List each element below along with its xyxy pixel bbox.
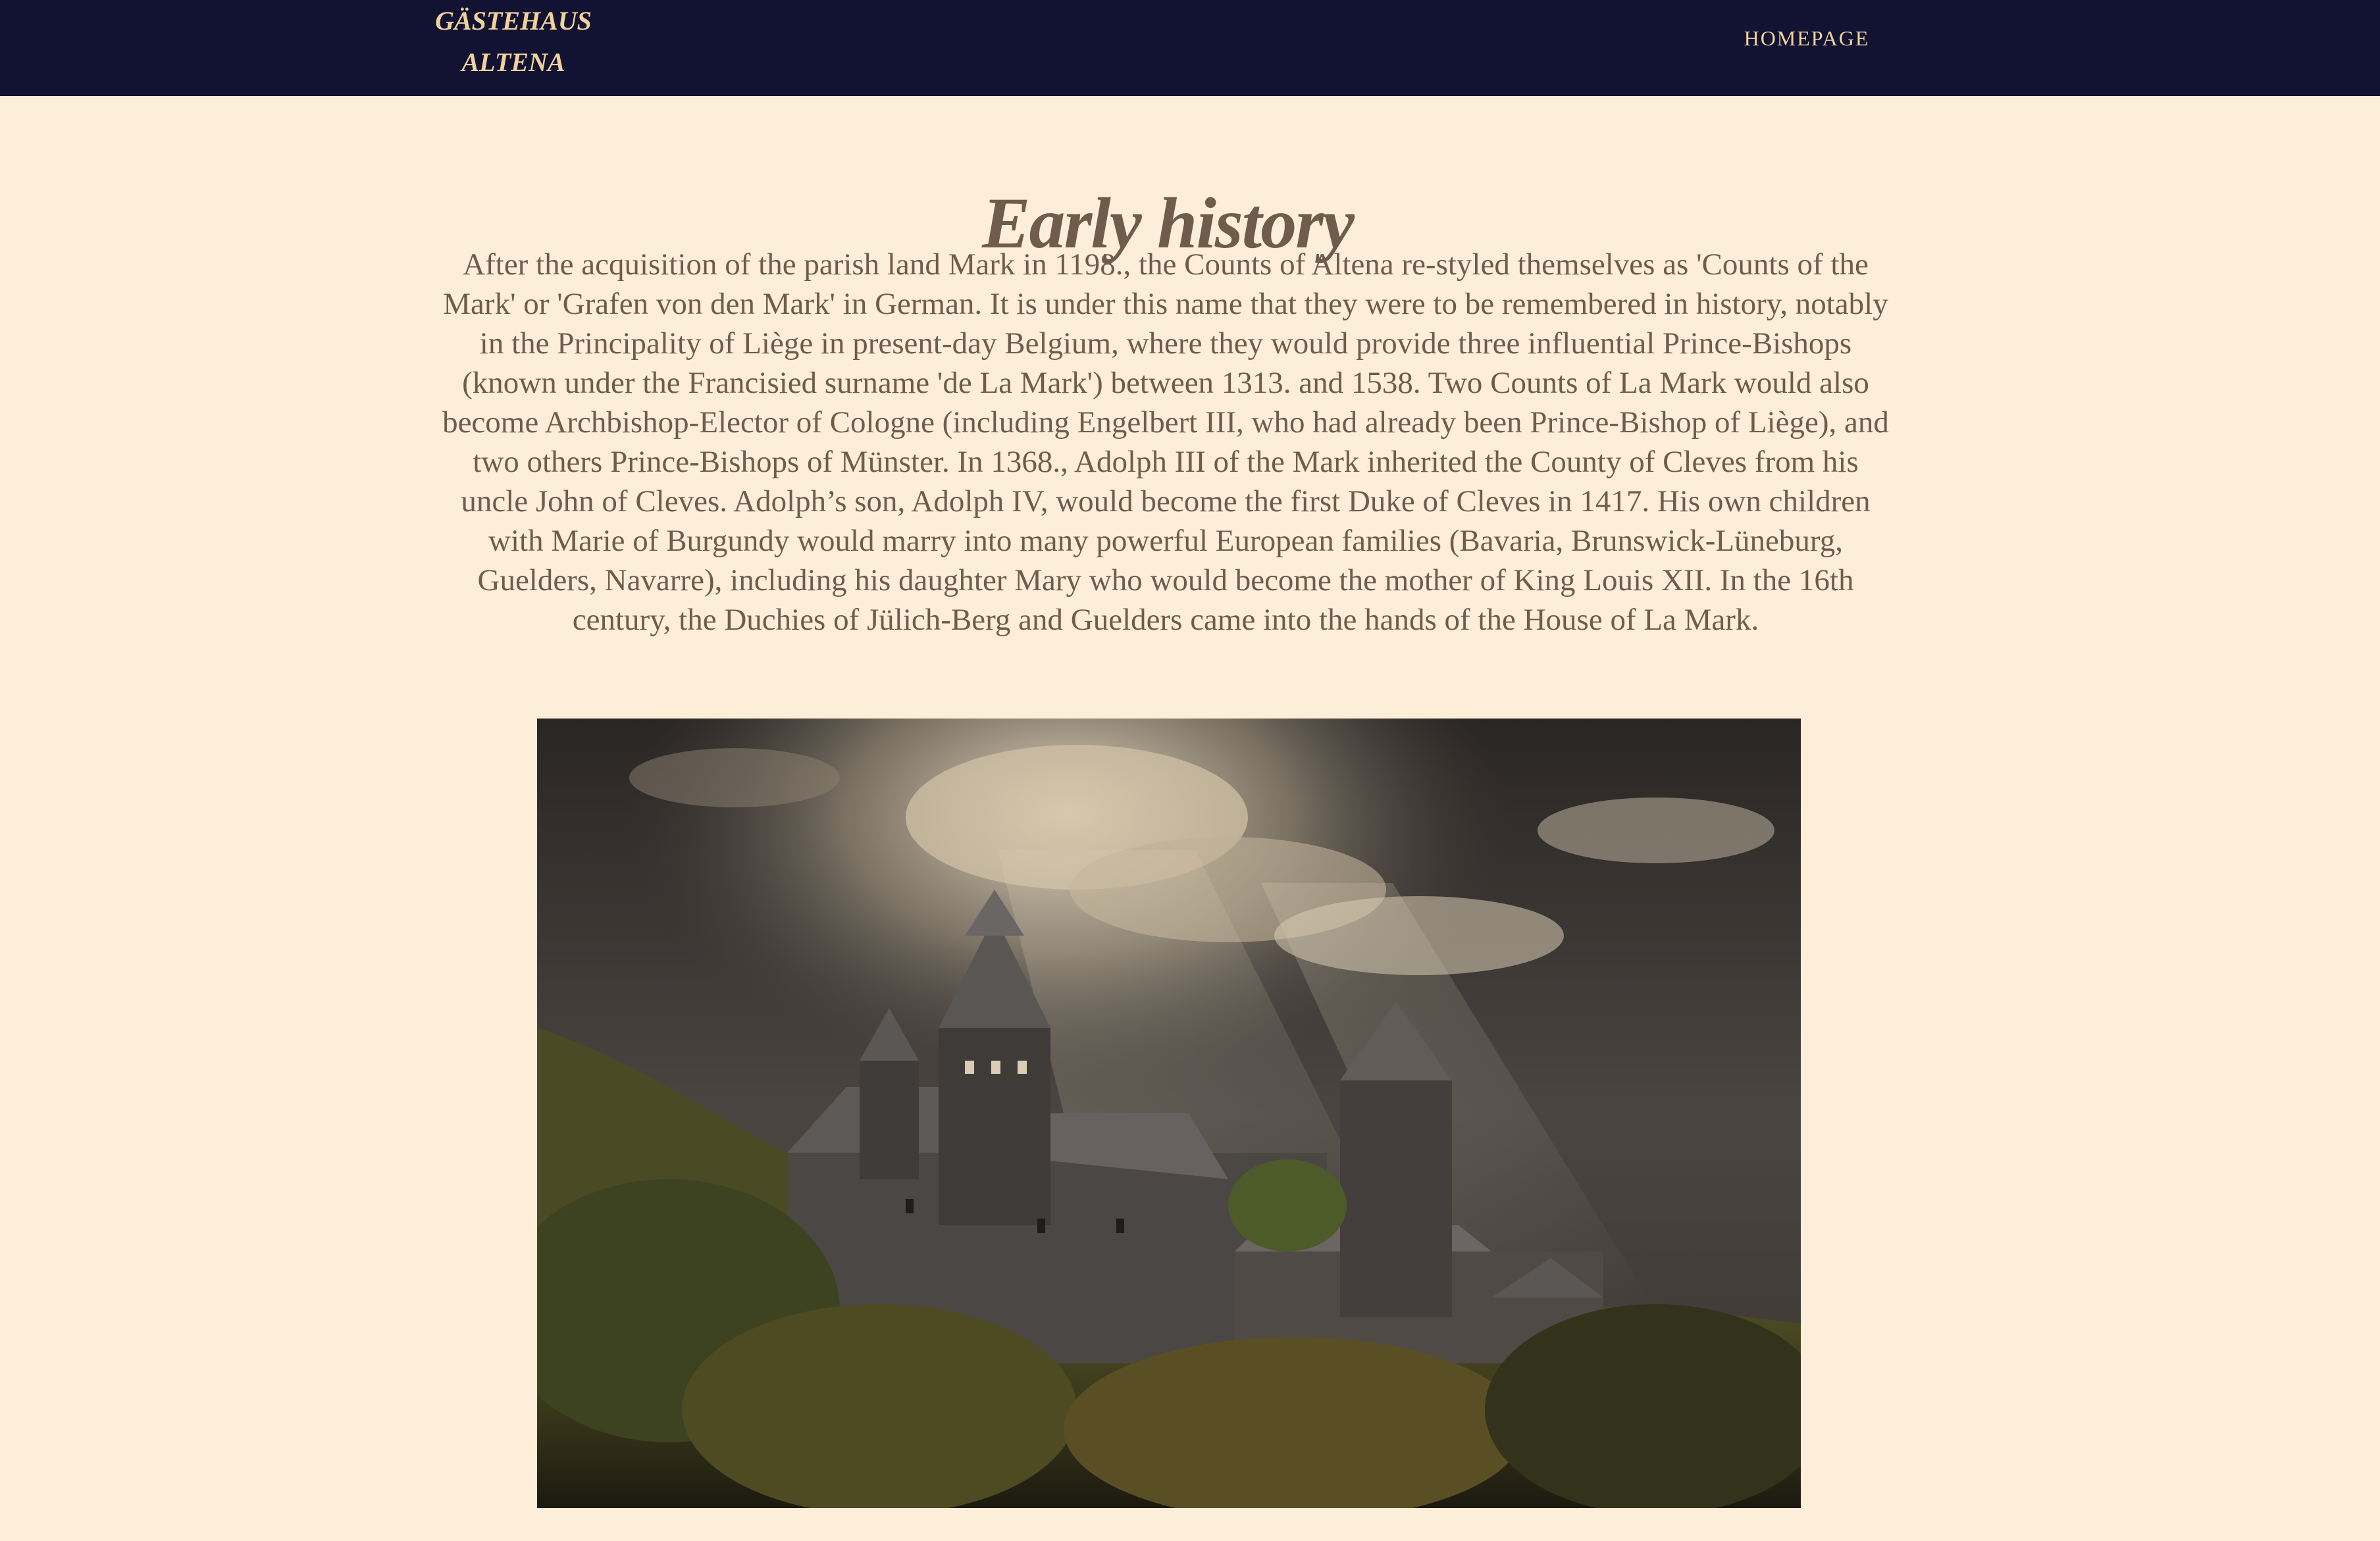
castle-photo: [537, 719, 1801, 1508]
history-paragraph: After the acquisition of the parish land…: [442, 247, 1889, 637]
homepage-link[interactable]: HOMEPAGE: [1738, 24, 1876, 53]
top-navbar: GÄSTEHAUS ALTENA HOMEPAGE: [0, 0, 2380, 96]
brand-line-2: ALTENA: [461, 47, 565, 77]
brand-line-1: GÄSTEHAUS: [435, 6, 592, 36]
site-logo-link[interactable]: GÄSTEHAUS ALTENA: [434, 0, 592, 83]
